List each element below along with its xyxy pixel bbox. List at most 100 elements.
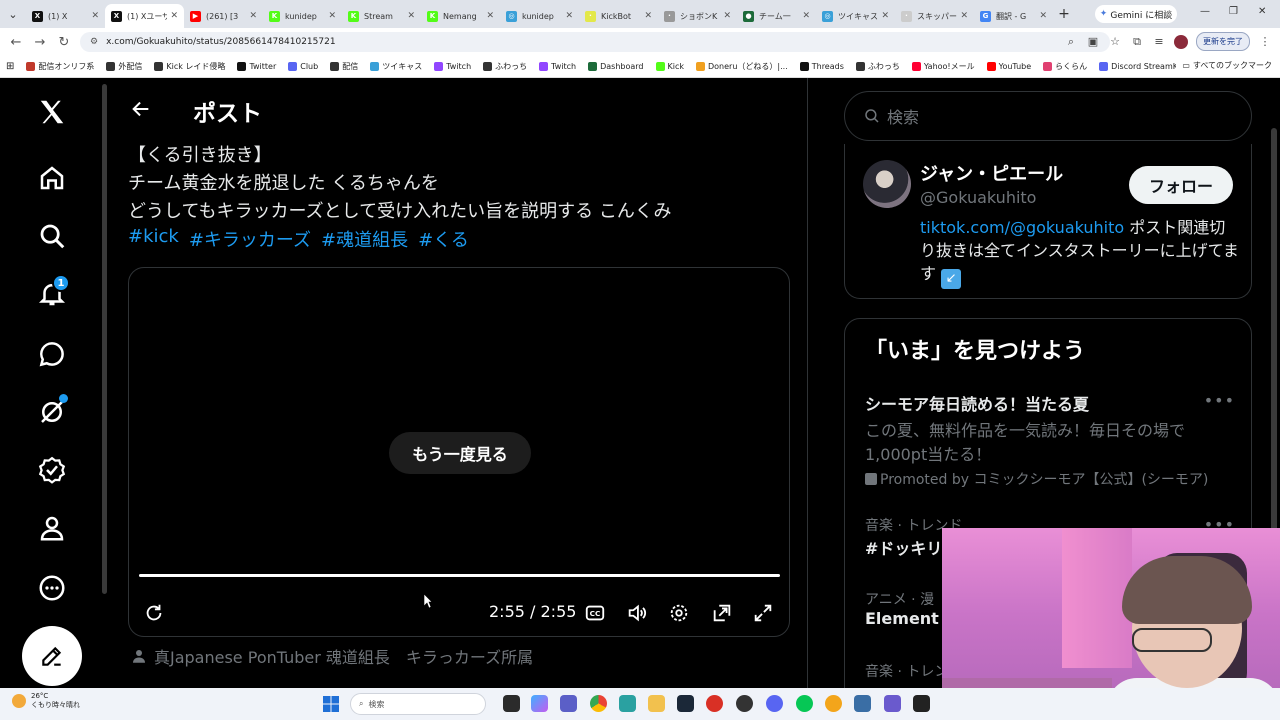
browser-tab[interactable]: G 翻訳 - G ✕ <box>974 4 1053 28</box>
weather-widget[interactable]: 26°C くもり時々晴れ <box>12 692 80 710</box>
browser-tab[interactable]: ● チーム一 ✕ <box>737 4 816 28</box>
bookmark-item[interactable]: Twitch <box>434 61 471 72</box>
close-window-icon[interactable]: ✕ <box>1258 6 1266 17</box>
profile-name[interactable]: ジャン・ピエール <box>920 160 1063 186</box>
bookmark-item[interactable]: 外配信 <box>106 61 142 72</box>
minimize-icon[interactable]: — <box>1200 6 1210 17</box>
hashtag-link[interactable]: #くる <box>418 226 469 252</box>
teams-icon[interactable] <box>560 695 577 712</box>
bitcoin-icon[interactable] <box>825 695 842 712</box>
home-icon[interactable] <box>30 156 74 200</box>
bookmark-item[interactable]: Kick <box>655 61 684 72</box>
url-field[interactable]: ⚙ x.com/Gokuakuhito/status/2085661478410… <box>80 32 1110 52</box>
bookmark-item[interactable]: ツイキャス <box>370 61 422 72</box>
browser-tab[interactable]: · ショボンK ✕ <box>658 4 737 28</box>
tab-close-icon[interactable]: ✕ <box>407 11 415 21</box>
zoom-icon[interactable]: ⌕ <box>1064 35 1078 49</box>
bookmark-item[interactable]: Club <box>288 61 318 72</box>
bookmark-item[interactable]: Yahoo!メール <box>911 61 975 72</box>
more-circle-icon[interactable] <box>30 566 74 610</box>
messages-bubble-icon[interactable] <box>30 332 74 376</box>
browser-menu-icon[interactable]: ⋮ <box>1258 35 1272 48</box>
bookmark-star-icon[interactable]: ☆ <box>1108 35 1122 48</box>
profile-handle[interactable]: @Gokuakuhito <box>920 188 1036 207</box>
more-options-icon[interactable]: ••• <box>1204 391 1235 410</box>
bookmark-item[interactable]: ふわっち <box>855 61 900 72</box>
explore-search-icon[interactable] <box>30 214 74 258</box>
taskbar-search-input[interactable]: ⌕ 検索 <box>350 693 486 715</box>
discord-icon[interactable] <box>766 695 783 712</box>
bookmark-item[interactable]: Twitch <box>539 61 576 72</box>
volume-icon[interactable] <box>624 600 650 626</box>
video-progress-bar[interactable] <box>139 574 780 577</box>
obs-icon[interactable] <box>736 695 753 712</box>
tab-close-icon[interactable]: ✕ <box>881 11 889 21</box>
steam-icon[interactable] <box>677 695 694 712</box>
captions-icon[interactable]: CC <box>582 600 608 626</box>
browser-tab[interactable]: · スキッパー ✕ <box>895 4 974 28</box>
media-icon[interactable]: ≡ <box>1152 35 1166 48</box>
update-button[interactable]: 更新を完了 <box>1196 32 1250 51</box>
bookmark-item[interactable]: 配信 <box>330 61 358 72</box>
task-view-icon[interactable] <box>503 695 520 712</box>
app-icon[interactable] <box>619 695 636 712</box>
bookmark-item[interactable]: Twitter <box>237 61 276 72</box>
tab-close-icon[interactable]: ✕ <box>802 11 810 21</box>
copilot-icon[interactable] <box>531 695 548 712</box>
browser-tab[interactable]: K Stream ✕ <box>342 4 421 28</box>
reload-icon[interactable]: ↻ <box>52 30 76 54</box>
bookmark-item[interactable]: Kick レイド侵略 <box>154 61 225 72</box>
line-icon[interactable] <box>796 695 813 712</box>
file-explorer-icon[interactable] <box>648 695 665 712</box>
profile-person-icon[interactable] <box>30 506 74 550</box>
right-scrollbar[interactable] <box>1271 128 1277 538</box>
windows-start-icon[interactable] <box>323 696 339 712</box>
back-icon[interactable]: ← <box>4 30 28 54</box>
compose-post-button[interactable] <box>22 626 82 686</box>
browser-tab[interactable]: ▶ (261) [3 ✕ <box>184 4 263 28</box>
tab-close-icon[interactable]: ✕ <box>328 11 336 21</box>
tab-close-icon[interactable]: ✕ <box>960 11 968 21</box>
browser-tab[interactable]: ◎ ツイキャス ✕ <box>816 4 895 28</box>
site-info-icon[interactable]: ⚙ <box>90 37 98 47</box>
profile-avatar[interactable] <box>863 160 911 208</box>
new-tab-button[interactable]: + <box>1053 2 1075 26</box>
bookmark-item[interactable]: Threads <box>799 61 844 72</box>
tab-close-icon[interactable]: ✕ <box>486 11 494 21</box>
chrome-icon[interactable] <box>590 695 607 712</box>
x-logo-icon[interactable] <box>30 90 74 134</box>
hashtag-link[interactable]: #キラッカーズ <box>189 226 311 252</box>
tab-close-icon[interactable]: ✕ <box>249 11 257 21</box>
verified-icon[interactable] <box>30 448 74 492</box>
fullscreen-icon[interactable] <box>750 600 776 626</box>
tab-close-icon[interactable]: ✕ <box>1039 11 1047 21</box>
maximize-icon[interactable]: ❐ <box>1229 6 1238 17</box>
tab-close-icon[interactable]: ✕ <box>565 11 573 21</box>
video-player[interactable]: もう一度見る 2:55 / 2:55 CC <box>128 267 790 637</box>
tab-close-icon[interactable]: ✕ <box>644 11 652 21</box>
picture-in-picture-icon[interactable] <box>709 600 735 626</box>
bio-link[interactable]: tiktok.com/@gokuakuhito <box>920 218 1124 237</box>
hashtag-link[interactable]: #魂道組長 <box>321 226 408 252</box>
bookmark-item[interactable]: YouTube <box>986 61 1031 72</box>
bookmark-item[interactable]: らくらん <box>1043 61 1087 72</box>
hashtag-link[interactable]: #kick <box>128 226 179 252</box>
tab-search-chevron-icon[interactable]: ⌄ <box>0 0 26 28</box>
trend-item[interactable]: シーモア毎日読める！当たる夏 この夏、無料作品を一気読み！毎日その場で1,000… <box>865 391 1235 489</box>
app-icon[interactable] <box>854 695 871 712</box>
follow-button[interactable]: フォロー <box>1129 166 1233 204</box>
bookmark-item[interactable]: Dashboard <box>588 61 644 72</box>
browser-tab[interactable]: · KickBot ✕ <box>579 4 658 28</box>
tab-close-icon[interactable]: ✕ <box>170 11 178 21</box>
back-arrow-icon[interactable] <box>130 98 152 120</box>
replay-icon[interactable] <box>141 600 167 626</box>
all-bookmarks[interactable]: ▭ すべてのブックマーク <box>1176 60 1272 71</box>
browser-tab[interactable]: Kkunidep ✕ <box>263 4 342 28</box>
gemini-button[interactable]: ✦ Gemini に相談 <box>1095 5 1177 23</box>
extensions-icon[interactable]: ⧉ <box>1130 35 1144 49</box>
author-line[interactable]: 真Japanese PonTuber 魂道組長 キラっカーズ所属 <box>130 644 533 668</box>
grok-icon[interactable] <box>30 390 74 434</box>
notifications-bell-icon[interactable]: 1 <box>30 272 74 316</box>
cast-icon[interactable]: ▣ <box>1086 35 1100 48</box>
tab-close-icon[interactable]: ✕ <box>723 11 731 21</box>
